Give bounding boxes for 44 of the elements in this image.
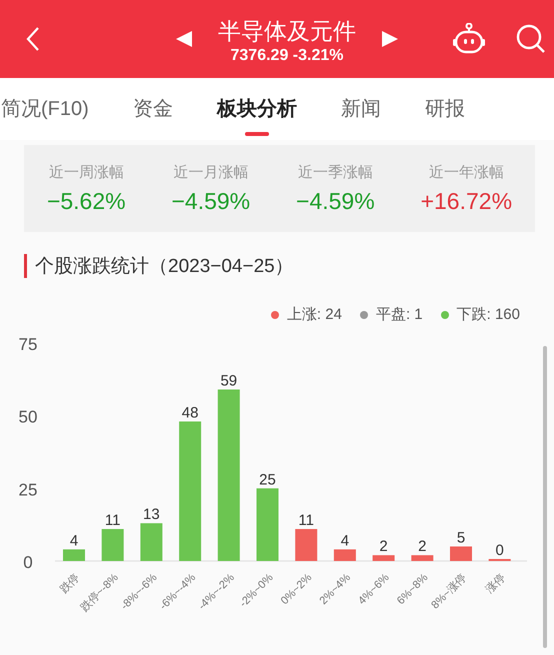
stat-label: 近一周涨幅 (48, 162, 124, 182)
stat-value: −4.59% (296, 188, 375, 214)
y-axis-label: 0 (23, 553, 33, 572)
x-axis-label: 涨停 (484, 572, 508, 596)
value-label: 2 (379, 538, 388, 556)
stat-value: −5.62% (46, 188, 126, 214)
tab[interactable]: 新闻 (340, 96, 381, 136)
tab[interactable]: 简况(F10) (1, 96, 89, 136)
y-axis-label: 25 (18, 480, 38, 500)
stat-value: −4.59% (171, 188, 250, 214)
x-axis-label: 跌停 (58, 572, 82, 596)
header-subtitle: 7376.29 -3.21% (230, 46, 344, 66)
value-label: 0 (496, 542, 504, 559)
value-label: 4 (340, 532, 350, 550)
legend-label: 平盘: 1 (376, 305, 423, 324)
tab[interactable]: 板块分析 (216, 96, 297, 136)
stat-label: 近一月涨幅 (173, 162, 248, 182)
section-marker (24, 254, 27, 278)
next-icon[interactable] (382, 31, 398, 47)
header-title: 半导体及元件 (218, 17, 356, 45)
stat-label: 近一季涨幅 (298, 162, 373, 182)
value-label: 59 (220, 372, 238, 390)
tab[interactable]: 资金 (132, 96, 173, 136)
value-label: 2 (418, 538, 426, 556)
value-label: 5 (456, 529, 466, 546)
tab[interactable]: 研报 (424, 96, 465, 136)
value-label: 11 (104, 512, 120, 530)
value-label: 48 (182, 404, 198, 422)
value-label: 13 (143, 506, 160, 524)
previous-icon[interactable] (176, 31, 192, 47)
scrollbar[interactable] (543, 346, 547, 648)
stat-label: 近一年涨幅 (428, 162, 504, 182)
search-icon[interactable] (516, 24, 546, 54)
section-title: 个股涨跌统计（2023−04−25） (35, 255, 294, 279)
value-label: 11 (298, 512, 314, 530)
stat-value: +16.72% (420, 188, 512, 214)
back-icon[interactable] (26, 26, 40, 52)
value-label: 4 (70, 532, 78, 550)
y-axis-label: 75 (18, 335, 38, 354)
y-axis-label: 50 (18, 408, 38, 427)
legend-label: 下跌: 160 (456, 305, 520, 324)
value-label: 25 (259, 471, 276, 488)
legend-label: 上涨: 24 (286, 305, 342, 324)
robot-icon[interactable] (452, 23, 486, 55)
